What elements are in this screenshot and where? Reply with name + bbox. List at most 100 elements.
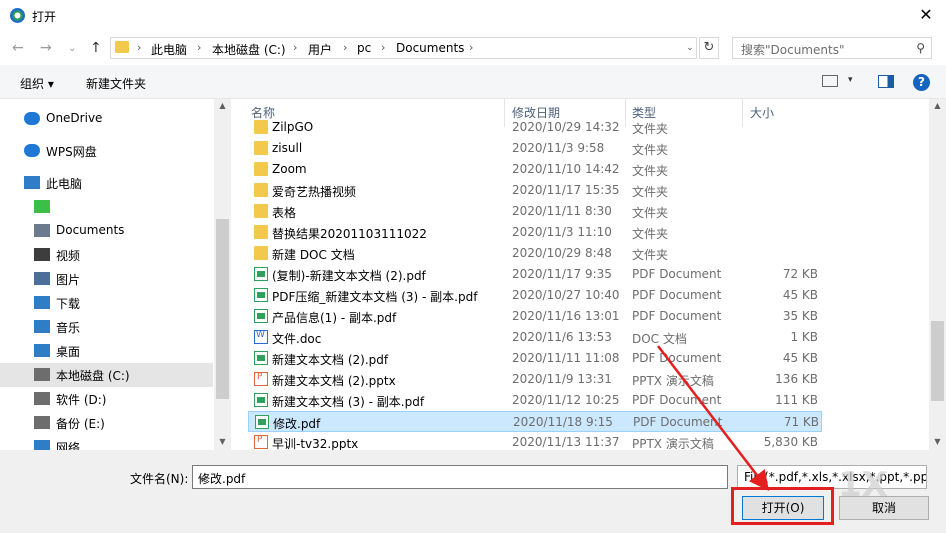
sidebar-item[interactable]: 桌面	[0, 339, 213, 363]
file-row[interactable]: 爱奇艺热播视频 2020/11/17 15:35 文件夹	[248, 180, 822, 201]
scrollbar-thumb[interactable]	[216, 219, 229, 399]
file-row[interactable]: PDF压缩_新建文本文档 (3) - 副本.pdf 2020/10/27 10:4…	[248, 285, 822, 306]
navigation-pane: OneDrive WPS网盘此电脑 Documents 视频图片下载音乐 桌面 本地磁盘 …	[0, 99, 230, 450]
folder-icon	[254, 246, 268, 260]
app-icon	[34, 200, 50, 213]
file-modified-date: 2020/11/12 10:25	[512, 393, 620, 407]
file-row[interactable]: 新建文本文档 (2).pptx 2020/11/9 13:31 PPTX 演示文稿 1…	[248, 369, 822, 390]
sidebar-item[interactable]: 备份 (E:)	[0, 411, 213, 435]
file-row[interactable]: 修改.pdf 2020/11/18 9:15 PDF Document 71 KB	[248, 411, 822, 432]
file-row[interactable]: Zoom 2020/11/10 14:42 文件夹	[248, 159, 822, 180]
address-bar[interactable]: › 此电脑 › 本地磁盘 (C:) › 用户 › pc › Documents …	[110, 37, 697, 59]
breadcrumb-documents[interactable]: Documents	[396, 41, 464, 55]
organize-menu[interactable]: 组织 ▾	[20, 75, 54, 92]
file-row[interactable]: (复制)-新建文本文档 (2).pdf 2020/11/17 9:35 PDF Do…	[248, 264, 822, 285]
search-placeholder: 搜索"Documents"	[741, 43, 845, 57]
breadcrumb-separator[interactable]: ›	[381, 41, 385, 54]
breadcrumb-separator[interactable]: ›	[137, 41, 141, 54]
sidebar-item[interactable]: 下载	[0, 291, 213, 315]
view-options-icon[interactable]	[822, 75, 838, 87]
breadcrumb-separator[interactable]: ›	[197, 41, 201, 54]
sidebar-item[interactable]: 图片	[0, 267, 213, 291]
breadcrumb-local-disk[interactable]: 本地磁盘 (C:)	[212, 41, 286, 58]
file-row[interactable]: 新建文本文档 (3) - 副本.pdf 2020/11/12 10:25 PDF D…	[248, 390, 822, 411]
breadcrumb-this-pc[interactable]: 此电脑	[151, 41, 187, 58]
sidebar-item-label: 此电脑	[46, 177, 83, 191]
file-name: 爱奇艺热播视频	[272, 185, 357, 199]
search-input[interactable]: 搜索"Documents" ⚲	[732, 37, 932, 59]
file-name: PDF压缩_新建文本文档 (3) - 副本.pdf	[272, 290, 478, 304]
file-row[interactable]: 产品信息(1) - 副本.pdf 2020/11/16 13:01 PDF Docu…	[248, 306, 822, 327]
search-icon[interactable]: ⚲	[916, 41, 925, 55]
preview-pane-icon[interactable]	[878, 75, 894, 88]
file-modified-date: 2020/11/10 14:42	[512, 162, 620, 176]
file-modified-date: 2020/11/3 11:10	[512, 225, 612, 239]
breadcrumb-separator[interactable]: ›	[469, 41, 473, 54]
help-icon[interactable]: ?	[913, 74, 930, 91]
picture-icon	[34, 272, 50, 285]
sidebar-scrollbar[interactable]: ▲ ▼	[214, 99, 231, 450]
file-modified-date: 2020/11/17 9:35	[512, 267, 612, 281]
back-button[interactable]: ←	[12, 40, 24, 56]
sidebar-item[interactable]: 网络	[0, 435, 213, 450]
pdf-icon	[254, 309, 268, 323]
sidebar-item-label: 下载	[56, 297, 81, 311]
file-list: ^ 名称 修改日期 类型 大小 ZilpGO2020/10/29 14:32文件…	[232, 99, 928, 450]
file-modified-date: 2020/11/17 15:35	[512, 183, 620, 197]
file-row[interactable]: 早训-tv32.pptx 2020/11/13 11:37 PPTX 演示文稿 5,8…	[248, 432, 822, 450]
file-type-filter-value[interactable]: File(*.pdf,*.xls,*.xlsx,*.ppt,*.pp	[744, 470, 926, 484]
scroll-up-arrow[interactable]: ▲	[214, 101, 231, 110]
file-row[interactable]: 表格 2020/11/11 8:30 文件夹	[248, 201, 822, 222]
network-icon	[34, 440, 50, 450]
file-modified-date: 2020/10/29 14:32	[512, 120, 620, 134]
video-icon	[34, 248, 50, 261]
sidebar-item[interactable]	[0, 195, 213, 219]
file-list-scrollbar[interactable]: ▲ ▼	[929, 99, 946, 450]
file-row[interactable]: 替换结果20201103111022 2020/11/3 11:10 文件夹	[248, 222, 822, 243]
new-folder-button[interactable]: 新建文件夹	[86, 75, 146, 92]
chevron-down-icon[interactable]: ⌄	[198, 470, 724, 484]
sidebar-item[interactable]: 视频	[0, 243, 213, 267]
close-button[interactable]: ✕	[914, 4, 938, 26]
sidebar-item[interactable]: 软件 (D:)	[0, 387, 213, 411]
breadcrumb-separator[interactable]: ›	[293, 41, 297, 54]
recent-locations-button[interactable]: ⌄	[68, 41, 76, 57]
filename-input[interactable]: 修改.pdf ⌄	[192, 465, 728, 489]
scroll-up-arrow[interactable]: ▲	[929, 101, 946, 110]
filename-label: 文件名(N):	[130, 472, 189, 486]
file-modified-date: 2020/11/18 9:15	[513, 415, 613, 429]
breadcrumb-users[interactable]: 用户	[308, 41, 332, 58]
sidebar-item[interactable]: 此电脑	[0, 171, 213, 195]
file-type: PDF Document	[633, 415, 723, 429]
file-modified-date: 2020/11/13 11:37	[512, 435, 620, 449]
up-button[interactable]: ↑	[90, 40, 102, 56]
breadcrumb-separator[interactable]: ›	[343, 41, 347, 54]
file-row[interactable]: 新建 DOC 文档 2020/10/29 8:48 文件夹	[248, 243, 822, 264]
sidebar-item[interactable]: OneDrive	[0, 107, 213, 131]
file-name: 早训-tv32.pptx	[272, 437, 359, 450]
open-button[interactable]: 打开(O)	[742, 496, 824, 520]
sidebar-item[interactable]: 音乐	[0, 315, 213, 339]
forward-button[interactable]: →	[40, 40, 52, 56]
sidebar-item[interactable]: Documents	[0, 219, 213, 243]
file-row[interactable]: 文件.doc 2020/11/6 13:53 DOC 文档 1 KB	[248, 327, 822, 348]
sidebar-item-label: 软件 (D:)	[56, 393, 107, 407]
scroll-down-arrow[interactable]: ▼	[214, 437, 231, 446]
file-row[interactable]: 新建文本文档 (2).pdf 2020/11/11 11:08 PDF Docume…	[248, 348, 822, 369]
file-type-filter[interactable]: File(*.pdf,*.xls,*.xlsx,*.ppt,*.pp	[737, 465, 927, 489]
file-size: 45 KB	[782, 288, 818, 302]
file-row[interactable]: ZilpGO 2020/10/29 14:32 文件夹	[248, 117, 822, 138]
breadcrumb-pc[interactable]: pc	[357, 41, 371, 55]
sidebar-item-label: 备份 (E:)	[56, 417, 105, 431]
drive-icon	[34, 416, 50, 429]
refresh-button[interactable]: ↻	[699, 37, 719, 59]
sidebar-item[interactable]: 本地磁盘 (C:)	[0, 363, 213, 387]
address-dropdown-button[interactable]: ⌄	[683, 37, 697, 59]
sidebar-item[interactable]: WPS网盘	[0, 139, 213, 163]
file-row[interactable]: zisull 2020/11/3 9:58 文件夹	[248, 138, 822, 159]
scrollbar-thumb[interactable]	[931, 321, 944, 401]
view-dropdown-button[interactable]: ▾	[848, 75, 853, 85]
sidebar-item-label: 视频	[56, 249, 81, 263]
scroll-down-arrow[interactable]: ▼	[929, 437, 946, 446]
pdf-icon	[254, 351, 268, 365]
